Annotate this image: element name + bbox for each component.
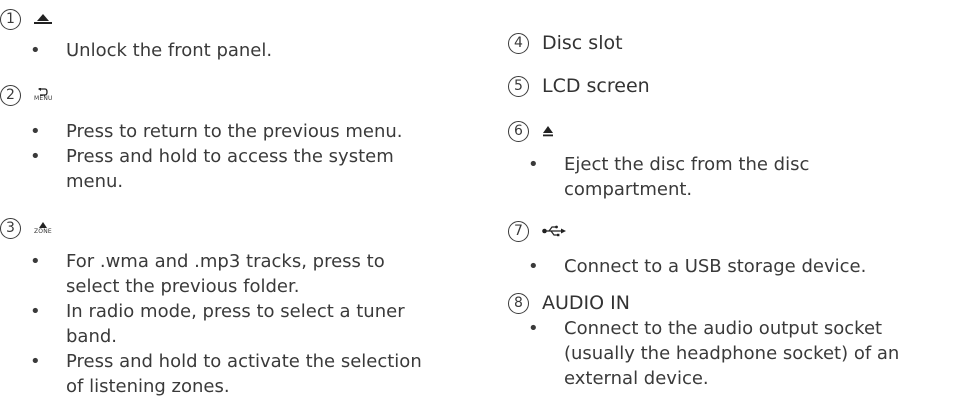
item-2-header: 2 MENU [0, 82, 450, 108]
item-7-header: 7 [508, 218, 969, 244]
item-number: 2 [0, 84, 21, 106]
eject-icon [542, 125, 554, 137]
item-2-bullets: Press to return to the previous menu. Pr… [0, 119, 450, 194]
item-title: AUDIO IN [542, 292, 630, 314]
item-number: 6 [508, 120, 529, 142]
item-1-bullets: Unlock the front panel. [0, 38, 450, 63]
bullet: In radio mode, press to select a tunerba… [0, 299, 450, 349]
bullet: Unlock the front panel. [0, 38, 450, 63]
item-number: 1 [0, 8, 21, 30]
bullet: Press and hold to access the systemmenu. [0, 144, 450, 194]
item-6: 6 Eject the disc from the disccompartmen… [508, 118, 969, 202]
bullet: Connect to a USB storage device. [508, 254, 969, 279]
item-number: 3 [0, 217, 21, 239]
item-title: LCD screen [542, 75, 650, 97]
item-1-header: 1 [0, 6, 450, 32]
item-6-header: 6 [508, 118, 969, 144]
bullet: Press and hold to activate the selection… [0, 349, 450, 399]
item-number: 5 [508, 75, 529, 97]
item-7: 7 Connect to a USB storage device. [508, 218, 969, 279]
usb-icon [542, 225, 566, 237]
bullet: Eject the disc from the disccompartment. [508, 152, 969, 202]
item-number: 4 [508, 32, 529, 54]
bullet: Press to return to the previous menu. [0, 119, 450, 144]
item-7-bullets: Connect to a USB storage device. [508, 254, 969, 279]
item-6-bullets: Eject the disc from the disccompartment. [508, 152, 969, 202]
icon-label: MENU [34, 95, 53, 102]
item-2: 2 MENU Press to return to the previous m… [0, 82, 450, 194]
item-1: 1 Unlock the front panel. [0, 6, 450, 63]
bullet: For .wma and .mp3 tracks, press toselect… [0, 249, 450, 299]
item-8: 8 AUDIO IN Connect to the audio output s… [508, 290, 969, 391]
item-5: 5 LCD screen [508, 73, 650, 99]
item-8-bullets: Connect to the audio output socket(usual… [508, 316, 969, 391]
unlock-icon [34, 13, 52, 25]
item-3-header: 3 ZONE [0, 215, 450, 241]
zone-up-icon: ZONE [34, 221, 52, 235]
item-title: Disc slot [542, 32, 623, 54]
item-number: 8 [508, 292, 529, 314]
icon-label: ZONE [34, 227, 52, 235]
item-4: 4 Disc slot [508, 30, 623, 56]
item-3: 3 ZONE For .wma and .mp3 tracks, press t… [0, 215, 450, 399]
bullet: Connect to the audio output socket(usual… [508, 316, 969, 391]
back-menu-icon: MENU [34, 88, 53, 102]
item-3-bullets: For .wma and .mp3 tracks, press toselect… [0, 249, 450, 399]
item-8-header: 8 AUDIO IN [508, 290, 969, 316]
item-number: 7 [508, 220, 529, 242]
